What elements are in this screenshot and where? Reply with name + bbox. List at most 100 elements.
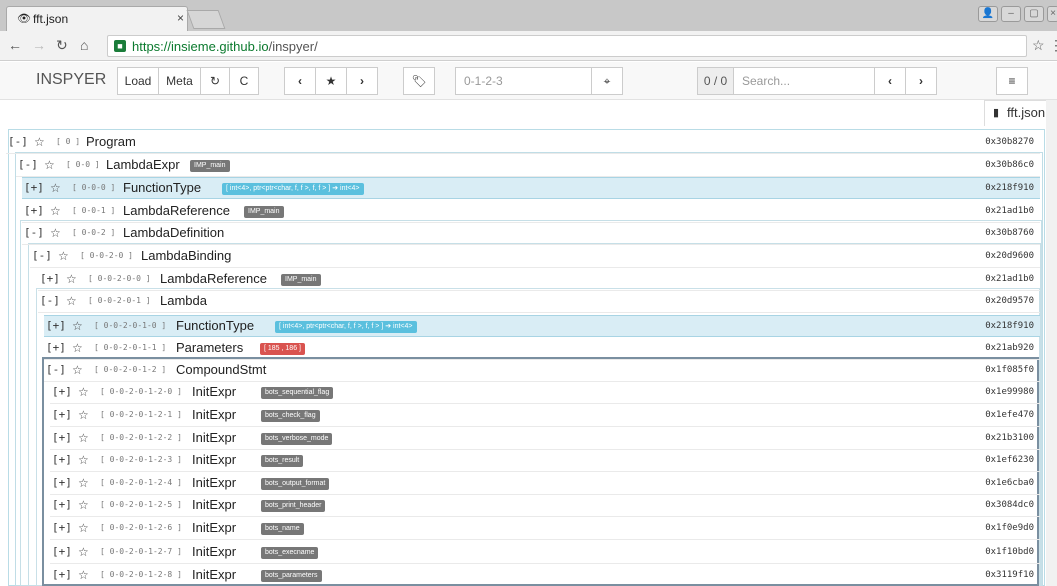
star-icon[interactable]: ☆ bbox=[78, 408, 89, 422]
tree-row[interactable]: [+] ☆ [ 0-0-2-0-1-2-6 ] InitExpr bots_name 0x… bbox=[50, 518, 1040, 540]
url-input[interactable]: ■ https://insieme.github.io/inspyer/ bbox=[107, 35, 1027, 57]
toggle-button[interactable]: [+] bbox=[52, 385, 72, 398]
tree-row[interactable]: [+] ☆ [ 0-0-2-0-1-2-2 ] InitExpr bots_verbos… bbox=[50, 428, 1040, 450]
tree-row[interactable]: [+] ☆ [ 0-0-2-0-1-2-5 ] InitExpr bots_print_… bbox=[50, 495, 1040, 517]
back-icon[interactable]: ← bbox=[8, 37, 22, 53]
toggle-button[interactable]: [+] bbox=[46, 319, 66, 332]
crosshair-icon[interactable]: ⌖ bbox=[591, 67, 623, 95]
next-icon[interactable]: › bbox=[346, 67, 378, 95]
star-icon[interactable]: ☆ bbox=[50, 204, 61, 218]
toggle-button[interactable]: [+] bbox=[52, 476, 72, 489]
node-pointer: 0x3119f10 bbox=[985, 570, 1034, 580]
toggle-button[interactable]: [-] bbox=[18, 158, 38, 171]
reload-icon[interactable]: ↻ bbox=[56, 37, 68, 54]
star-icon[interactable]: ★ bbox=[315, 67, 347, 95]
node-pointer: 0x1f0e9d0 bbox=[985, 523, 1034, 533]
search-next-icon[interactable]: › bbox=[905, 67, 937, 95]
reload-icon[interactable]: C bbox=[229, 67, 259, 95]
toggle-button[interactable]: [-] bbox=[40, 294, 60, 307]
star-icon[interactable]: ☆ bbox=[78, 568, 89, 582]
toggle-button[interactable]: [-] bbox=[8, 135, 28, 148]
toggle-button[interactable]: [+] bbox=[52, 498, 72, 511]
tree-row[interactable]: [+] ☆ [ 0-0-2-0-1-2-3 ] InitExpr bots_result… bbox=[50, 450, 1040, 472]
node-type: CompoundStmt bbox=[176, 362, 267, 377]
home-icon[interactable]: ⌂ bbox=[80, 37, 88, 53]
star-icon[interactable]: ☆ bbox=[66, 294, 77, 308]
toggle-button[interactable]: [+] bbox=[52, 408, 72, 421]
toggle-button[interactable]: [-] bbox=[24, 226, 44, 239]
tree-row[interactable]: [+] ☆ [ 0-0-2-0-1-0 ] FunctionType [ int<4>,… bbox=[44, 315, 1040, 337]
star-icon[interactable]: ☆ bbox=[50, 181, 61, 195]
star-icon[interactable]: ☆ bbox=[78, 498, 89, 512]
star-icon[interactable]: ☆ bbox=[78, 476, 89, 490]
toggle-button[interactable]: [+] bbox=[24, 204, 44, 217]
forward-icon[interactable]: → bbox=[32, 37, 46, 53]
toggle-button[interactable]: [+] bbox=[52, 431, 72, 444]
star-icon[interactable]: ☆ bbox=[78, 453, 89, 467]
scrollbar[interactable] bbox=[1046, 100, 1057, 586]
star-icon[interactable]: ☆ bbox=[44, 158, 55, 172]
star-icon[interactable]: ☆ bbox=[50, 226, 61, 240]
meta-button[interactable]: Meta bbox=[158, 67, 201, 95]
tree-row[interactable]: [+] ☆ [ 0-0-2-0-0 ] LambdaReference IMP_main… bbox=[38, 269, 1040, 291]
minimize-icon[interactable]: – bbox=[1001, 6, 1021, 22]
toggle-button[interactable]: [+] bbox=[46, 341, 66, 354]
node-pointer: 0x218f910 bbox=[985, 183, 1034, 193]
star-icon[interactable]: ☆ bbox=[72, 363, 83, 377]
node-type: InitExpr bbox=[192, 544, 237, 559]
toggle-button[interactable]: [+] bbox=[24, 181, 44, 194]
toggle-button[interactable]: [+] bbox=[52, 453, 72, 466]
star-icon[interactable]: ☆ bbox=[78, 545, 89, 559]
prev-icon[interactable]: ‹ bbox=[284, 67, 316, 95]
profile-icon[interactable]: 👤 bbox=[978, 6, 998, 22]
tag-icon[interactable]: 🏷 bbox=[403, 67, 435, 95]
url-path: /inspyer/ bbox=[268, 39, 318, 54]
load-button[interactable]: Load bbox=[117, 67, 159, 95]
maximize-icon[interactable]: ▢ bbox=[1024, 6, 1044, 22]
tree-row[interactable]: [-] ☆ [ 0-0-2 ] LambdaDefinition 0x30b8760 bbox=[22, 223, 1040, 245]
star-icon[interactable]: ☆ bbox=[34, 135, 45, 149]
tree-row[interactable]: [-] ☆ [ 0-0-2-0-1 ] Lambda 0x20d9570 bbox=[38, 291, 1040, 313]
tree-row[interactable]: [+] ☆ [ 0-0-2-0-1-2-1 ] InitExpr bots_check_… bbox=[50, 405, 1040, 427]
tree-row[interactable]: [+] ☆ [ 0-0-2-0-1-2-8 ] InitExpr bots_parame… bbox=[50, 565, 1040, 586]
tree-row[interactable]: [-] ☆ [ 0-0-2-0 ] LambdaBinding 0x20d9600 bbox=[30, 246, 1040, 268]
close-tab-icon[interactable]: × bbox=[177, 11, 184, 25]
tree-row[interactable]: [+] ☆ [ 0-0-2-0-1-2-4 ] InitExpr bots_output… bbox=[50, 473, 1040, 495]
star-icon[interactable]: ☆ bbox=[78, 521, 89, 535]
browser-tab[interactable]: 👁 fft.json × bbox=[6, 6, 188, 31]
toggle-button[interactable]: [-] bbox=[46, 363, 66, 376]
toggle-button[interactable]: [+] bbox=[52, 545, 72, 558]
star-icon[interactable]: ☆ bbox=[66, 272, 77, 286]
new-tab-button[interactable] bbox=[186, 10, 226, 29]
node-pointer: 0x20d9570 bbox=[985, 296, 1034, 306]
search-input[interactable]: Search... bbox=[733, 67, 875, 95]
tree-row[interactable]: [-] ☆ [ 0-0-2-0-1-2 ] CompoundStmt 0x1f085f0 bbox=[44, 360, 1040, 382]
node-pointer: 0x21ad1b0 bbox=[985, 206, 1034, 216]
toggle-button[interactable]: [-] bbox=[32, 249, 52, 262]
star-icon[interactable]: ☆ bbox=[78, 385, 89, 399]
menu-dots-icon[interactable]: ⋮ bbox=[1049, 37, 1057, 54]
tree-row[interactable]: [+] ☆ [ 0-0-2-0-1-1 ] Parameters [ 185 , 186… bbox=[44, 338, 1040, 360]
tree-row[interactable]: [+] ☆ [ 0-0-0 ] FunctionType [ int<4>, ptr<p… bbox=[22, 177, 1040, 199]
star-icon[interactable]: ☆ bbox=[72, 319, 83, 333]
toggle-button[interactable]: [+] bbox=[52, 521, 72, 534]
node-type: Program bbox=[86, 134, 136, 149]
tree-row[interactable]: [+] ☆ [ 0-0-2-0-1-2-0 ] InitExpr bots_sequen… bbox=[50, 382, 1040, 404]
tree-row[interactable]: [+] ☆ [ 0-0-1 ] LambdaReference IMP_main 0x21… bbox=[22, 201, 1040, 223]
tree-row[interactable]: [+] ☆ [ 0-0-2-0-1-2-7 ] InitExpr bots_execna… bbox=[50, 542, 1040, 564]
node-pointer: 0x30b86c0 bbox=[985, 160, 1034, 170]
bookmark-star-icon[interactable]: ☆ bbox=[1032, 37, 1045, 54]
node-type: InitExpr bbox=[192, 497, 237, 512]
star-icon[interactable]: ☆ bbox=[72, 341, 83, 355]
tree-row[interactable]: [-] ☆ [ 0-0 ] LambdaExpr IMP_main 0x30b86c0 bbox=[16, 155, 1040, 177]
tree-row[interactable]: [-] ☆ [ 0 ] Program 0x30b8270 bbox=[6, 132, 1040, 154]
search-prev-icon[interactable]: ‹ bbox=[874, 67, 906, 95]
toggle-button[interactable]: [+] bbox=[52, 568, 72, 581]
hamburger-icon[interactable]: ≡ bbox=[996, 67, 1028, 95]
star-icon[interactable]: ☆ bbox=[58, 249, 69, 263]
refresh-icon[interactable]: ↻ bbox=[200, 67, 230, 95]
star-icon[interactable]: ☆ bbox=[78, 431, 89, 445]
path-input[interactable]: 0-1-2-3 bbox=[455, 67, 592, 95]
toggle-button[interactable]: [+] bbox=[40, 272, 60, 285]
close-window-icon[interactable]: × bbox=[1047, 6, 1057, 22]
